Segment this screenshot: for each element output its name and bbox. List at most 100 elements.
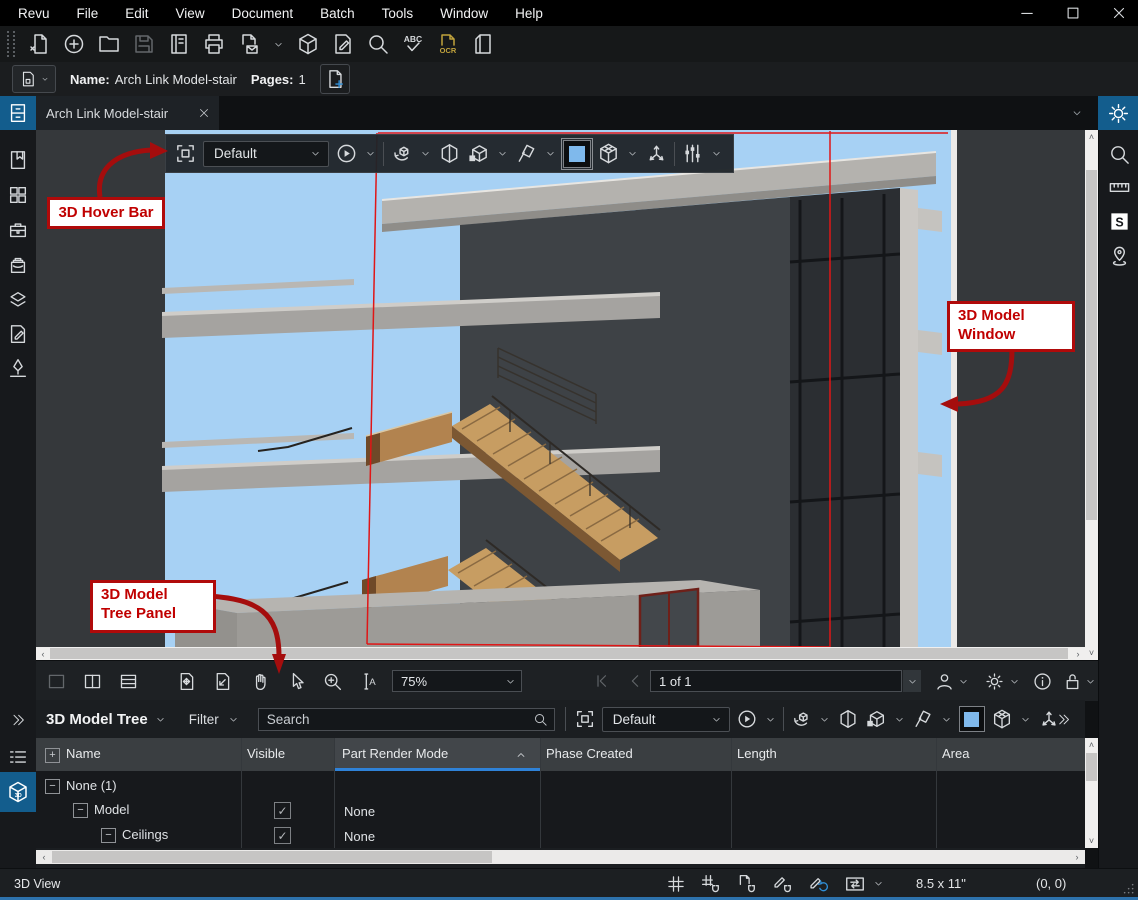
measure-ruler-icon[interactable] — [1107, 175, 1131, 199]
scroll-right-icon[interactable]: › — [1073, 647, 1083, 660]
column-header-name[interactable]: Name — [66, 746, 101, 761]
model-views-icon[interactable] — [991, 708, 1013, 730]
menu-file[interactable]: File — [77, 6, 99, 21]
tab-close-icon[interactable] — [197, 106, 211, 120]
markup-list-icon[interactable] — [6, 322, 30, 346]
scrollbar-thumb[interactable] — [50, 648, 1068, 659]
expand-all-icon[interactable]: + — [45, 748, 60, 763]
snap-grid-icon[interactable] — [700, 873, 721, 894]
visible-checkbox[interactable]: ✓ — [274, 827, 291, 844]
scroll-right-icon[interactable]: › — [1072, 850, 1082, 864]
scrollbar-thumb[interactable] — [1086, 753, 1097, 781]
scroll-down-icon[interactable]: ˅ — [1085, 648, 1098, 658]
3d-box-icon[interactable] — [296, 32, 320, 56]
split-vertical-icon[interactable] — [82, 671, 103, 692]
collapse-node-icon[interactable]: − — [73, 803, 88, 818]
fit-view-icon[interactable] — [574, 708, 596, 730]
ocr-icon[interactable] — [436, 32, 460, 56]
sets-location-icon[interactable] — [1107, 243, 1131, 267]
search-panel-icon[interactable] — [1107, 142, 1131, 166]
profile-icon[interactable] — [934, 671, 955, 692]
minimize-icon[interactable] — [1018, 4, 1036, 22]
zoom-level-select[interactable]: 75% — [392, 670, 522, 692]
toolbar-overflow-icon[interactable] — [1056, 712, 1071, 727]
thumbnails-icon[interactable] — [6, 183, 30, 207]
chevron-down-icon[interactable] — [764, 713, 777, 726]
close-icon[interactable] — [1110, 4, 1128, 22]
table-row[interactable]: − Ceilings ✓ None — [36, 823, 1085, 848]
scroll-up-icon[interactable]: ˄ — [1085, 132, 1098, 142]
axis-icon[interactable] — [645, 142, 668, 165]
cross-section-icon[interactable] — [438, 142, 461, 165]
scroll-left-icon[interactable]: ‹ — [39, 850, 49, 864]
column-header-length[interactable]: Length — [737, 746, 777, 761]
properties-gear-tile[interactable] — [1098, 96, 1138, 130]
menu-view[interactable]: View — [176, 6, 205, 21]
model-views-icon[interactable] — [597, 142, 620, 165]
flip-pages-icon[interactable] — [471, 32, 495, 56]
add-page-button[interactable] — [320, 64, 350, 94]
render-mode-icon[interactable] — [912, 708, 934, 730]
select-text-icon[interactable] — [358, 671, 379, 692]
pan-hand-icon[interactable] — [250, 671, 271, 692]
file-access-icon[interactable] — [6, 253, 30, 277]
column-header-visible[interactable]: Visible — [247, 746, 285, 761]
view-preset-select[interactable]: Default — [602, 707, 730, 732]
menu-edit[interactable]: Edit — [125, 6, 148, 21]
resize-grip-icon[interactable] — [1120, 880, 1136, 896]
chevron-down-icon[interactable] — [818, 713, 831, 726]
panel-book-icon[interactable] — [167, 32, 191, 56]
export-email-icon[interactable] — [237, 32, 261, 56]
isolate-cube-icon[interactable] — [467, 142, 490, 165]
page-number-input[interactable] — [650, 670, 902, 692]
document-type-dropdown[interactable] — [12, 65, 56, 93]
background-color-swatch[interactable] — [563, 140, 591, 168]
layers-icon[interactable] — [6, 288, 30, 312]
pan-page-icon[interactable] — [176, 671, 197, 692]
3d-model-tree-tile[interactable] — [0, 772, 36, 812]
menu-help[interactable]: Help — [515, 6, 543, 21]
signature-icon[interactable] — [6, 356, 30, 380]
filter-label[interactable]: Filter — [189, 712, 219, 727]
lock-icon[interactable] — [1062, 671, 1083, 692]
snap-content-icon[interactable] — [736, 873, 757, 894]
visible-checkbox[interactable]: ✓ — [274, 802, 291, 819]
tree-vertical-scrollbar[interactable]: ˄ ˅ — [1085, 738, 1098, 848]
column-header-part-render-mode[interactable]: Part Render Mode — [334, 738, 540, 771]
markup-list-panel-icon[interactable] — [6, 745, 30, 769]
search-icon[interactable] — [366, 32, 390, 56]
3d-model-window[interactable] — [36, 130, 1085, 647]
menu-batch[interactable]: Batch — [320, 6, 355, 21]
orbit-icon[interactable] — [390, 142, 413, 165]
render-mode-value[interactable]: None — [344, 804, 375, 819]
page-select-chevron-icon[interactable] — [903, 670, 921, 692]
background-color-swatch[interactable] — [959, 706, 985, 732]
menu-document[interactable]: Document — [232, 6, 294, 21]
render-mode-value[interactable]: None — [344, 829, 375, 844]
search-input[interactable] — [259, 712, 533, 727]
spellcheck-icon[interactable] — [401, 32, 425, 56]
collapse-node-icon[interactable]: − — [101, 828, 116, 843]
chevron-down-icon[interactable] — [1084, 675, 1097, 688]
new-document-icon[interactable] — [27, 32, 51, 56]
print-icon[interactable] — [202, 32, 226, 56]
bookmarks-icon[interactable] — [6, 148, 30, 172]
fit-page-icon[interactable] — [212, 671, 233, 692]
chevron-down-icon[interactable] — [419, 147, 432, 160]
table-row[interactable]: − Model ✓ None — [36, 798, 1085, 823]
chevron-down-icon[interactable] — [364, 147, 377, 160]
tab-list-chevron-icon[interactable] — [1070, 106, 1084, 120]
main-vertical-scrollbar[interactable]: ˄ ˅ — [1085, 130, 1098, 660]
menu-revu[interactable]: Revu — [18, 6, 50, 21]
chevron-down-icon[interactable] — [544, 147, 557, 160]
chevron-down-icon[interactable] — [1019, 713, 1032, 726]
markup-edit-icon[interactable] — [331, 32, 355, 56]
split-horizontal-icon[interactable] — [118, 671, 139, 692]
snap-markup-icon[interactable] — [772, 873, 793, 894]
scroll-left-icon[interactable]: ‹ — [38, 647, 48, 660]
main-horizontal-scrollbar[interactable]: ‹ › — [36, 647, 1085, 660]
chevron-down-icon[interactable] — [957, 675, 970, 688]
zoom-in-icon[interactable] — [322, 671, 343, 692]
chevron-down-icon[interactable] — [940, 713, 953, 726]
studio-icon[interactable] — [1107, 209, 1131, 233]
